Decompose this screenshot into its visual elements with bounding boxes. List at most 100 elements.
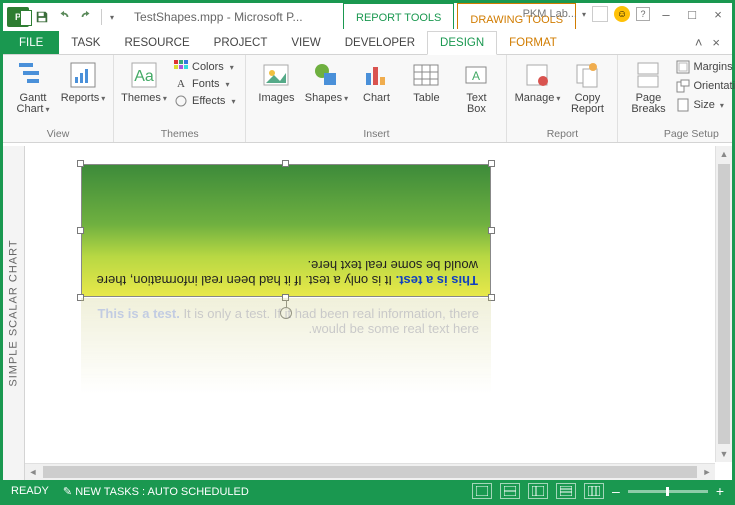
app-window: P ▾ TestShapes.mpp - Microsoft P... REPO… <box>0 0 735 505</box>
group-insert: Images Shapes▾ Chart Table ATextBox Inse… <box>246 55 507 142</box>
page-breaks-button[interactable]: PageBreaks <box>626 59 670 115</box>
tab-view[interactable]: VIEW <box>279 31 332 54</box>
tab-project[interactable]: PROJECT <box>202 31 280 54</box>
group-report: Manage▾ CopyReport Report <box>507 55 618 142</box>
resize-handle-tr[interactable] <box>488 160 495 167</box>
tab-file[interactable]: FILE <box>3 31 59 54</box>
minimize-button[interactable]: – <box>656 5 676 23</box>
size-button[interactable]: Size▾ <box>676 97 735 113</box>
tab-format[interactable]: FORMAT <box>497 31 569 54</box>
reports-icon <box>67 59 99 91</box>
resize-handle-mr[interactable] <box>488 227 495 234</box>
margins-button[interactable]: Margins▾ <box>676 59 735 75</box>
horizontal-scrollbar[interactable]: ◄ ► <box>25 463 715 480</box>
status-bar: READY ✎ NEW TASKS : AUTO SCHEDULED – + <box>3 480 732 502</box>
side-view-tab[interactable]: SIMPLE SCALAR CHART <box>3 146 25 480</box>
report-canvas[interactable]: This is a test. It is only a test. If it… <box>25 146 732 480</box>
vscroll-thumb[interactable] <box>718 164 730 444</box>
chart-icon <box>360 59 392 91</box>
reports-button[interactable]: Reports▾ <box>61 59 105 104</box>
copy-report-icon <box>571 59 603 91</box>
fonts-button[interactable]: AFonts▾ <box>172 76 237 92</box>
svg-text:Aa: Aa <box>134 68 154 85</box>
gantt-chart-button[interactable]: Gantt Chart▾ <box>11 59 55 115</box>
view-shortcut-4[interactable] <box>556 483 576 499</box>
resize-handle-tl[interactable] <box>77 160 84 167</box>
effects-icon <box>174 94 188 108</box>
scroll-right-icon[interactable]: ► <box>699 467 715 477</box>
scroll-up-icon[interactable]: ▲ <box>716 146 732 162</box>
view-shortcut-3[interactable] <box>528 483 548 499</box>
view-shortcut-2[interactable] <box>500 483 520 499</box>
title-right-controls: PKM Lab... ▾ ☺ ? – □ × <box>523 5 728 23</box>
work-area: SIMPLE SCALAR CHART This is a test. It i… <box>3 146 732 480</box>
tab-design[interactable]: DESIGN <box>427 31 497 55</box>
orientation-button[interactable]: Orientation▾ <box>676 78 735 94</box>
textbox-button[interactable]: ATextBox <box>454 59 498 115</box>
fonts-icon: A <box>174 77 188 91</box>
scroll-left-icon[interactable]: ◄ <box>25 467 41 477</box>
zoom-out-button[interactable]: – <box>612 483 620 499</box>
qat-customize-icon[interactable]: ▾ <box>110 13 114 22</box>
close-button[interactable]: × <box>708 5 728 23</box>
manage-icon <box>521 59 553 91</box>
feedback-smiley-icon[interactable]: ☺ <box>614 6 630 22</box>
project-app-icon[interactable]: P <box>7 7 29 27</box>
images-button[interactable]: Images <box>254 59 298 104</box>
group-label-report: Report <box>515 126 609 142</box>
qat-separator <box>101 9 102 25</box>
view-shortcut-5[interactable] <box>584 483 604 499</box>
gantt-chart-icon <box>17 59 49 91</box>
save-icon[interactable] <box>33 8 51 26</box>
group-themes: Aa Themes▾ Colors▾ AFonts▾ Effects▾ Them… <box>114 55 246 142</box>
orientation-icon <box>676 79 690 93</box>
window-title: TestShapes.mpp - Microsoft P... <box>134 10 303 24</box>
effects-button[interactable]: Effects▾ <box>172 93 237 109</box>
svg-text:A: A <box>472 69 480 83</box>
zoom-thumb[interactable] <box>666 487 669 496</box>
close-subwindow-icon[interactable]: × <box>712 35 720 50</box>
selected-shape[interactable]: This is a test. It is only a test. If it… <box>81 164 491 297</box>
images-icon <box>260 59 292 91</box>
themes-icon: Aa <box>128 59 160 91</box>
restore-button[interactable]: □ <box>682 5 702 23</box>
page-breaks-icon <box>632 59 664 91</box>
manage-button[interactable]: Manage▾ <box>515 59 559 104</box>
vertical-scrollbar[interactable]: ▲ ▼ <box>715 146 732 462</box>
avatar-placeholder[interactable] <box>592 6 608 22</box>
tab-task[interactable]: TASK <box>59 31 112 54</box>
ribbon-tabs: FILE TASK RESOURCE PROJECT VIEW DEVELOPE… <box>3 31 732 55</box>
zoom-in-button[interactable]: + <box>716 483 724 499</box>
view-shortcut-1[interactable] <box>472 483 492 499</box>
collapse-ribbon-icon[interactable]: ˄ <box>695 35 703 50</box>
zoom-slider[interactable] <box>628 490 708 493</box>
quick-access-toolbar: P ▾ <box>3 7 114 27</box>
undo-icon[interactable] <box>55 8 73 26</box>
copy-report-button[interactable]: CopyReport <box>565 59 609 115</box>
hscroll-thumb[interactable] <box>43 466 697 478</box>
table-button[interactable]: Table <box>404 59 448 104</box>
themes-button[interactable]: Aa Themes▾ <box>122 59 166 104</box>
table-icon <box>410 59 442 91</box>
size-icon <box>676 98 690 112</box>
resize-handle-ml[interactable] <box>77 227 84 234</box>
tab-resource[interactable]: RESOURCE <box>112 31 201 54</box>
group-label-themes: Themes <box>122 126 237 142</box>
shapes-button[interactable]: Shapes▾ <box>304 59 348 104</box>
title-bar: P ▾ TestShapes.mpp - Microsoft P... REPO… <box>3 3 732 31</box>
group-label-page-setup: Page Setup <box>626 126 735 142</box>
shapes-icon <box>310 59 342 91</box>
status-new-tasks[interactable]: ✎ NEW TASKS : AUTO SCHEDULED <box>63 485 249 498</box>
tab-developer[interactable]: DEVELOPER <box>333 31 427 54</box>
ribbon: Gantt Chart▾ Reports▾ View Aa Themes▾ Co… <box>3 55 732 143</box>
redo-icon[interactable] <box>77 8 95 26</box>
status-ready: READY <box>11 485 49 497</box>
report-tools-context: REPORT TOOLS <box>343 3 454 29</box>
chart-button[interactable]: Chart <box>354 59 398 104</box>
scroll-down-icon[interactable]: ▼ <box>716 446 732 462</box>
help-icon[interactable]: ? <box>636 7 650 21</box>
account-label[interactable]: PKM Lab... ▾ <box>523 8 586 20</box>
colors-button[interactable]: Colors▾ <box>172 59 237 75</box>
textbox-icon: A <box>460 59 492 91</box>
resize-handle-tm[interactable] <box>282 160 289 167</box>
